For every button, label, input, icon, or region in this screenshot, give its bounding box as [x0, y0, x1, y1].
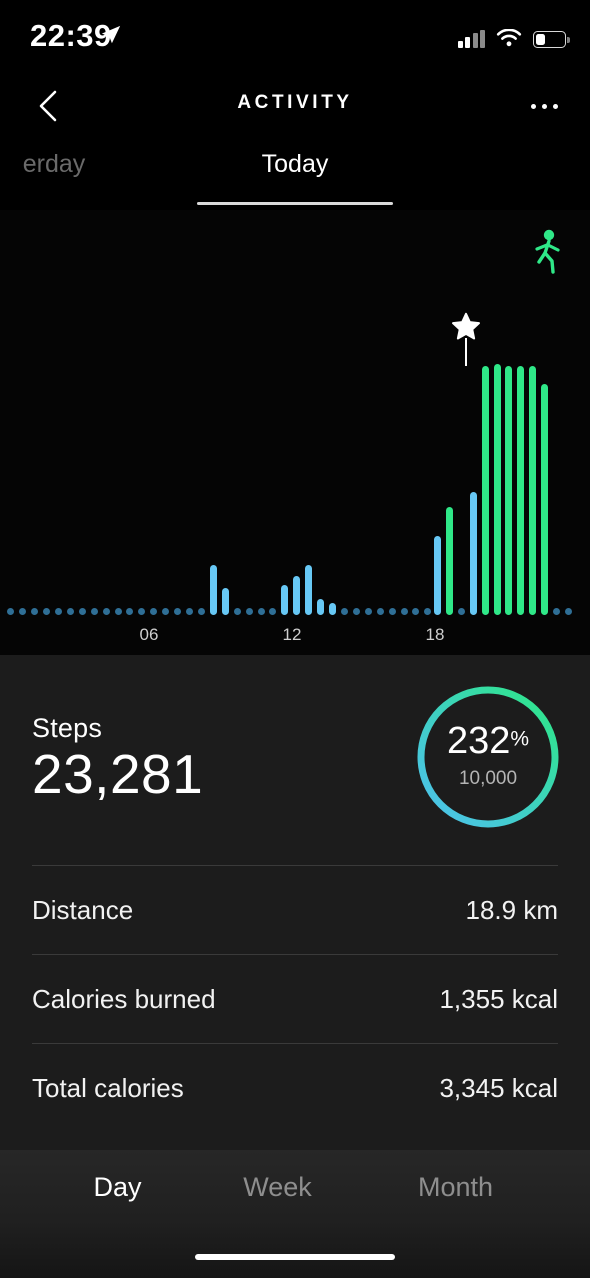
chart-dot — [174, 608, 182, 615]
stats-row-label: Distance — [32, 894, 134, 925]
stats-row-value: 18.9 km — [465, 894, 559, 925]
day-selector: erday Today — [0, 142, 590, 210]
home-indicator[interactable] — [195, 1254, 395, 1260]
period-tab-bar: Day Week Month — [0, 1150, 590, 1278]
day-tab-underline — [197, 202, 393, 205]
summary-panel: Steps 23,281 232% 10,000 Distance 18.9 km… — [0, 655, 590, 1150]
tab-month[interactable]: Month — [378, 1172, 533, 1203]
chart-dot — [162, 608, 170, 615]
chart-dot — [245, 608, 253, 615]
chart-bar — [305, 565, 313, 615]
chart-bar — [505, 366, 513, 615]
chart-dot — [90, 608, 98, 615]
chart-bar — [469, 491, 477, 615]
walking-person-icon — [535, 229, 560, 274]
goal-percent: 232% — [414, 720, 562, 763]
cellular-signal-icon — [457, 30, 485, 48]
chart-dot — [269, 608, 277, 615]
steps-label: Steps — [32, 713, 103, 743]
chart-dot — [31, 608, 39, 615]
chart-dot — [457, 608, 465, 615]
chart-dot — [352, 608, 360, 615]
chart-dot — [388, 608, 396, 615]
chart-dot — [340, 608, 348, 615]
tab-week[interactable]: Week — [200, 1172, 355, 1203]
chart-bar — [541, 383, 549, 615]
star-marker-stem — [464, 337, 467, 366]
page-title: ACTIVITY — [237, 92, 353, 113]
chart-dot — [54, 608, 62, 615]
stats-list: Distance 18.9 km Calories burned 1,355 kcal… — [32, 865, 558, 1132]
chart-dot — [257, 608, 265, 615]
steps-value: 23,281 — [32, 743, 204, 805]
chart-bar — [209, 565, 217, 615]
chart-dot — [364, 608, 372, 615]
chart-dot — [565, 608, 572, 615]
chart-x-axis: 06 12 18 — [0, 625, 590, 653]
chart-bar — [329, 603, 336, 615]
battery-low-icon — [533, 31, 570, 48]
chart-dot — [233, 608, 241, 615]
activity-screen: 22:39 ACTIVITY erday Today 06 12 18 Step… — [0, 0, 590, 1278]
day-tab-yesterday[interactable]: erday — [0, 150, 134, 179]
goal-percent-number: 232 — [446, 720, 511, 762]
stats-row: Distance 18.9 km — [32, 865, 558, 954]
chart-dot — [102, 608, 110, 615]
chart-dot — [43, 608, 50, 615]
chart-dot — [400, 608, 408, 615]
chart-bars — [0, 210, 590, 615]
goal-percent-symbol: % — [510, 727, 530, 751]
chart-bar — [481, 366, 489, 615]
activity-chart[interactable]: 06 12 18 — [0, 210, 590, 655]
chart-dot — [114, 608, 122, 615]
stats-row-label: Calories burned — [32, 983, 216, 1014]
chart-bar — [433, 536, 441, 615]
chart-bar — [493, 363, 501, 615]
x-axis-tick-label: 06 — [139, 625, 159, 644]
stats-row: Total calories 3,345 kcal — [32, 1043, 558, 1132]
chart-dot — [19, 608, 27, 615]
stats-row-value: 3,345 kcal — [439, 1072, 558, 1103]
chart-bar — [281, 585, 289, 615]
goal-target-value: 10,000 — [458, 768, 518, 789]
chart-bar — [529, 366, 537, 615]
chart-bar — [517, 365, 525, 615]
ellipsis-icon-dot — [552, 103, 558, 109]
wifi-icon — [496, 29, 522, 47]
chart-dot — [78, 608, 86, 615]
star-icon — [451, 312, 480, 340]
status-bar-indicators — [457, 24, 570, 48]
status-bar: 22:39 — [0, 0, 590, 70]
chart-dot — [150, 608, 158, 615]
stats-row-label: Total calories — [32, 1072, 184, 1103]
chart-dot — [7, 608, 15, 615]
chart-bar — [221, 587, 229, 615]
location-arrow-icon — [101, 25, 121, 44]
steps-goal-ring: 232% 10,000 — [414, 683, 562, 831]
stats-row-value: 1,355 kcal — [439, 983, 558, 1014]
chart-dot — [412, 608, 420, 615]
chart-bar — [293, 575, 301, 615]
chart-dot — [197, 608, 205, 615]
more-options-button[interactable] — [522, 86, 566, 126]
chart-dot — [126, 608, 134, 615]
ellipsis-icon-dot — [530, 103, 536, 109]
tab-day[interactable]: Day — [40, 1172, 195, 1203]
chart-dot — [376, 608, 384, 615]
chart-dot — [553, 608, 561, 615]
steps-summary: Steps 23,281 — [32, 713, 203, 804]
stats-row: Calories burned 1,355 kcal — [32, 954, 558, 1043]
chart-dot — [138, 608, 146, 615]
x-axis-tick-label: 18 — [425, 625, 445, 644]
chart-dot — [66, 608, 74, 615]
day-tab-today[interactable]: Today — [195, 150, 395, 179]
chart-dot — [186, 608, 193, 615]
navigation-bar: ACTIVITY — [0, 72, 590, 138]
x-axis-tick-label: 12 — [282, 625, 302, 644]
ellipsis-icon-dot — [541, 103, 547, 109]
chart-bar — [445, 507, 453, 615]
chart-bar — [317, 598, 325, 615]
chart-dot — [424, 608, 432, 615]
